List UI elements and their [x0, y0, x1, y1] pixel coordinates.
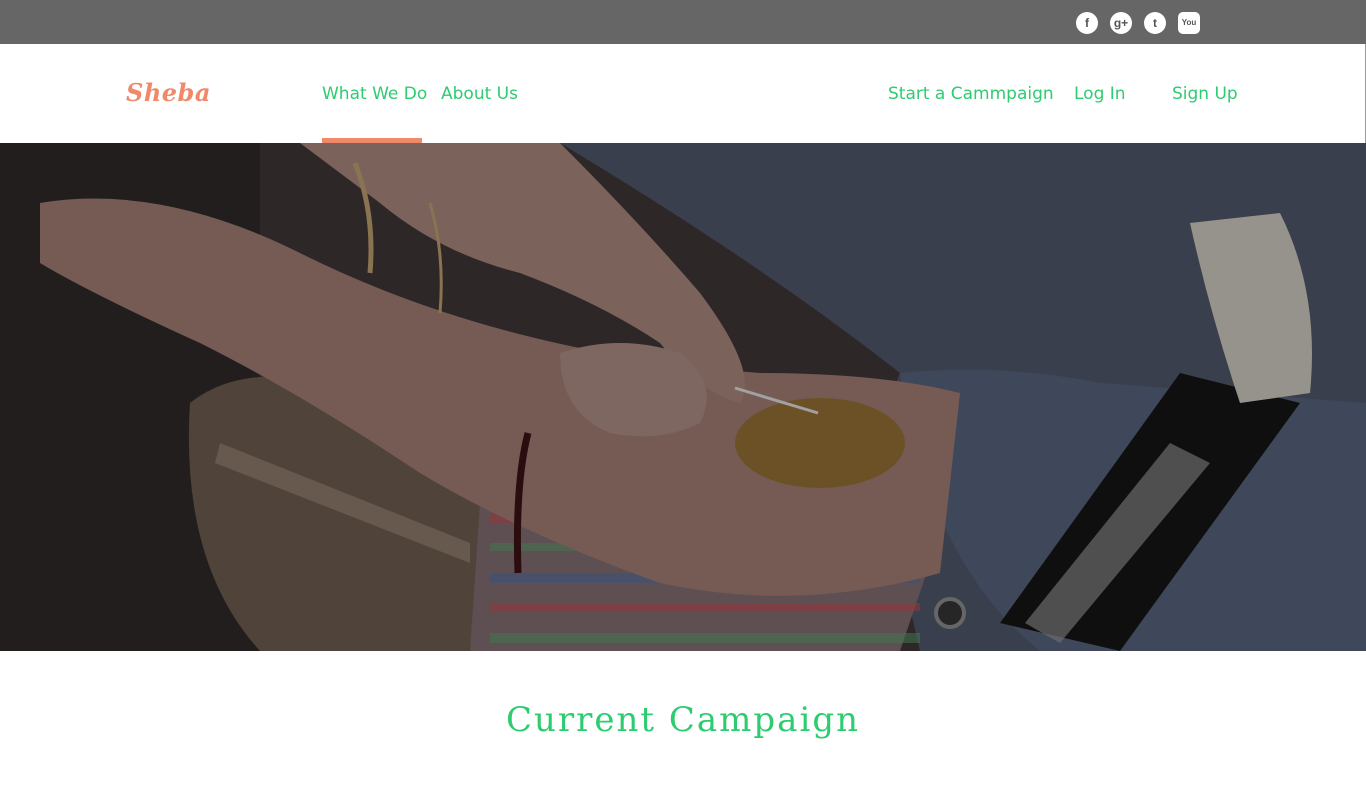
nav-about-us[interactable]: About Us	[441, 84, 518, 104]
blood-donation-photo	[0, 143, 1366, 651]
main-navbar: Sheba What We Do About Us Start a Cammpa…	[0, 44, 1366, 143]
nav-start-campaign[interactable]: Start a Cammpaign	[888, 84, 1054, 104]
nav-what-we-do[interactable]: What We Do	[322, 84, 427, 104]
google-plus-icon[interactable]: g+	[1110, 12, 1132, 34]
facebook-icon[interactable]: f	[1076, 12, 1098, 34]
top-bar: f g+ t You	[0, 0, 1366, 44]
nav-log-in[interactable]: Log In	[1074, 84, 1126, 104]
nav-sign-up[interactable]: Sign Up	[1172, 84, 1238, 104]
social-links: f g+ t You	[1076, 12, 1200, 34]
twitter-icon[interactable]: t	[1144, 12, 1166, 34]
site-logo[interactable]: Sheba	[126, 78, 211, 107]
hero-image	[0, 143, 1366, 651]
current-campaign-heading: Current Campaign	[505, 700, 860, 740]
youtube-icon[interactable]: You	[1178, 12, 1200, 34]
